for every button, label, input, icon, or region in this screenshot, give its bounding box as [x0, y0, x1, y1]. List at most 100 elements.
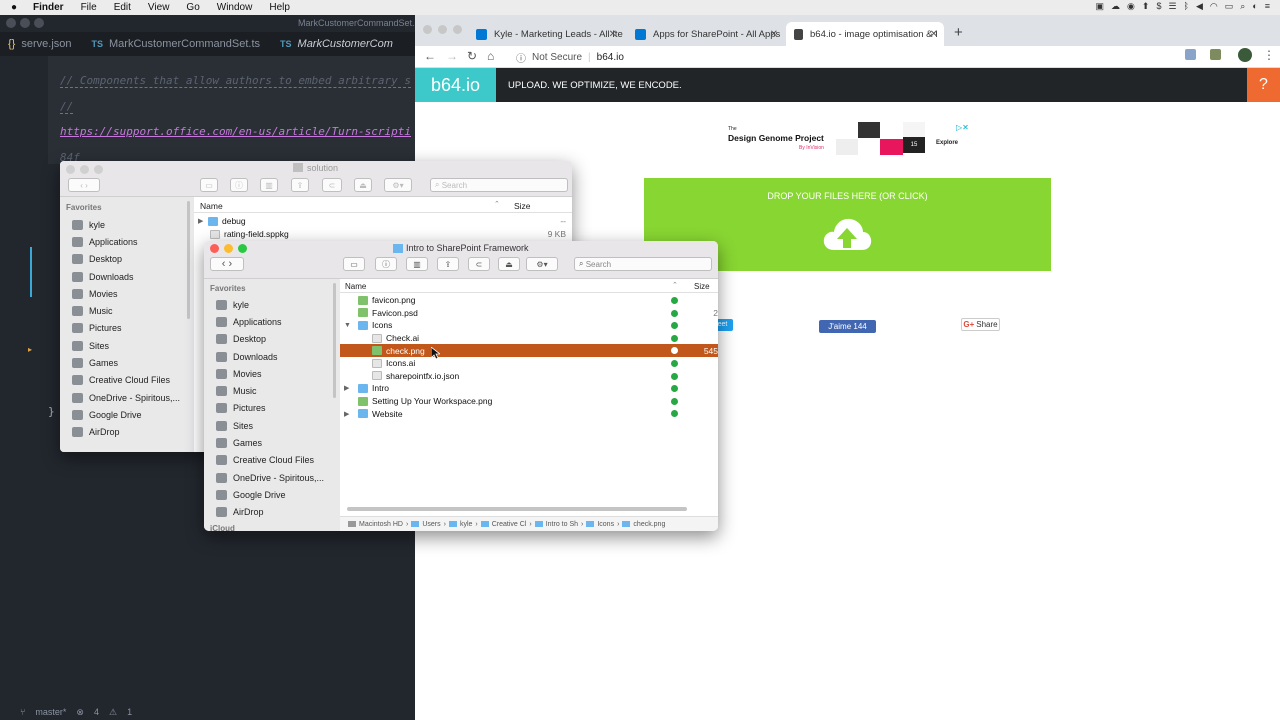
sidebar-item-kyle[interactable]: kyle — [72, 216, 194, 233]
error-icon[interactable]: ⊗ — [76, 707, 84, 718]
url-text[interactable]: b64.io — [597, 52, 624, 63]
action-gear-icon[interactable]: ⚙▾ — [384, 178, 412, 192]
ad-choices-icon[interactable]: ▷✕ — [956, 123, 969, 132]
nav-back-forward[interactable]: ‹ › — [68, 178, 100, 192]
fold-arrow-icon[interactable]: ▸ — [28, 345, 32, 354]
bluetooth-icon[interactable]: ᛒ — [1184, 1, 1189, 12]
info-icon[interactable]: ⓘ — [375, 257, 397, 271]
path-segment[interactable]: check.png — [633, 521, 665, 528]
list-item-selected[interactable]: check.png 545 — [340, 344, 718, 357]
list-item[interactable]: Favicon.psd 2 — [340, 307, 718, 320]
info-icon[interactable]: ⓘ — [516, 50, 526, 65]
search-field[interactable]: ⌕ Search — [574, 257, 712, 271]
sidebar-item-applications[interactable]: Applications — [72, 233, 194, 250]
sidebar-item-creative-cloud-files[interactable]: Creative Cloud Files — [216, 452, 340, 469]
extension-icon[interactable] — [1185, 49, 1196, 60]
tab-serve-json[interactable]: {} serve.json — [0, 32, 82, 56]
list-item[interactable]: Icons.ai — [340, 357, 718, 370]
list-item[interactable]: sharepointfx.io.json — [340, 370, 718, 383]
upload-icon[interactable]: ⬆ — [1142, 1, 1150, 12]
path-segment[interactable]: Users — [422, 521, 440, 528]
site-logo[interactable]: b64.io — [415, 68, 496, 102]
eject-icon[interactable]: ⏏ — [354, 178, 372, 192]
new-folder-icon[interactable]: ▭ — [200, 178, 218, 192]
menu-app-name[interactable]: Finder — [33, 2, 64, 13]
menu-window[interactable]: Window — [217, 2, 253, 13]
sidebar-item-desktop[interactable]: Desktop — [72, 251, 194, 268]
cloud-icon[interactable]: ☁ — [1111, 1, 1120, 12]
col-size[interactable]: Size — [514, 201, 531, 211]
minimize-dot[interactable] — [438, 25, 447, 34]
help-button[interactable]: ? — [1247, 68, 1280, 102]
google-share-button[interactable]: G+ Share — [961, 318, 1000, 331]
sidebar-item-creative-cloud-files[interactable]: Creative Cloud Files — [72, 372, 194, 389]
browser-tab-b64[interactable]: b64.io - image optimisation & I ✕ — [786, 22, 944, 46]
sidebar-item-google-drive[interactable]: Google Drive — [216, 486, 340, 503]
list-item[interactable]: ▶ Intro — [340, 382, 718, 395]
sidebar-item-google-drive[interactable]: Google Drive — [72, 406, 194, 423]
path-segment[interactable]: Icons — [597, 521, 614, 528]
search-field[interactable]: ⌕ Search — [430, 178, 568, 192]
sidebar-item-games[interactable]: Games — [72, 354, 194, 371]
sidebar-item-music[interactable]: Music — [72, 302, 194, 319]
branch-icon[interactable]: ⑂ — [20, 707, 25, 717]
notification-icon[interactable]: ≡ — [1265, 1, 1270, 12]
disclosure-icon[interactable]: ▶ — [340, 384, 354, 392]
close-tab-icon[interactable]: ✕ — [609, 29, 617, 40]
dollar-icon[interactable]: $ — [1156, 1, 1161, 12]
path-segment[interactable]: Macintosh HD — [359, 521, 403, 528]
list-item[interactable]: ▶ debug -- — [194, 215, 572, 228]
facebook-like-button[interactable]: J'aime 144 — [819, 320, 876, 333]
siri-icon[interactable]: ◐ — [1252, 1, 1257, 12]
trash-icon[interactable]: ▥ — [406, 257, 428, 271]
share-icon[interactable]: ⇪ — [291, 178, 309, 192]
code-link[interactable]: https://support.office.com/en-us/article… — [60, 125, 411, 138]
trash-icon[interactable]: ▥ — [260, 178, 278, 192]
browser-tab-apps[interactable]: Apps for SharePoint - All Apps ✕ — [627, 22, 784, 46]
path-segment[interactable]: kyle — [460, 521, 472, 528]
list-item[interactable]: favicon.png — [340, 294, 718, 307]
battery-icon[interactable]: ▭ — [1225, 1, 1234, 12]
share-icon[interactable]: ⇪ — [437, 257, 459, 271]
zoom-dot[interactable] — [94, 165, 103, 174]
list-item[interactable]: Setting Up Your Workspace.png — [340, 395, 718, 408]
forward-icon[interactable]: → — [446, 49, 458, 63]
col-name[interactable]: Name — [345, 282, 366, 291]
sidebar-scrollbar[interactable] — [333, 283, 336, 398]
path-segment[interactable]: Creative Cl — [492, 521, 527, 528]
nav-back-forward[interactable]: ‹ › — [210, 257, 244, 271]
close-dot[interactable] — [423, 25, 432, 34]
back-icon[interactable]: ← — [424, 49, 436, 63]
sidebar-item-downloads[interactable]: Downloads — [72, 268, 194, 285]
path-segment[interactable]: Intro to Sh — [546, 521, 578, 528]
disclosure-icon[interactable]: ▶ — [194, 217, 208, 225]
sidebar-item-games[interactable]: Games — [216, 434, 340, 451]
sync-icon[interactable]: ◉ — [1127, 1, 1135, 12]
list-item[interactable]: rating-field.sppkg 9 KB — [194, 228, 572, 241]
close-dot[interactable] — [6, 18, 16, 28]
warning-count[interactable]: 1 — [127, 707, 132, 717]
list-item[interactable]: ▶ Website — [340, 407, 718, 420]
tag-icon[interactable]: ⊂ — [468, 257, 490, 271]
sort-icon[interactable]: ⌃ — [494, 200, 500, 208]
warning-icon[interactable]: ⚠ — [109, 707, 117, 718]
action-gear-icon[interactable]: ⚙▾ — [526, 257, 558, 271]
minimize-dot[interactable] — [20, 18, 30, 28]
col-name[interactable]: Name — [200, 201, 223, 211]
close-dot[interactable] — [66, 165, 75, 174]
sidebar-item-pictures[interactable]: Pictures — [216, 400, 340, 417]
tab-commandset-ts[interactable]: TS MarkCustomerCommandSet.ts — [82, 32, 271, 56]
menu-help[interactable]: Help — [269, 2, 290, 13]
sidebar-item-kyle[interactable]: kyle — [216, 296, 340, 313]
address-bar[interactable]: ⓘ Not Secure | b64.io — [510, 48, 1170, 66]
profile-avatar[interactable] — [1238, 48, 1252, 62]
minimize-dot[interactable] — [80, 165, 89, 174]
home-icon[interactable]: ⌂ — [487, 49, 494, 63]
reload-icon[interactable]: ↻ — [467, 49, 477, 63]
list-item[interactable]: Check.ai — [340, 332, 718, 345]
horizontal-scrollbar[interactable] — [347, 507, 687, 511]
sidebar-item-downloads[interactable]: Downloads — [216, 348, 340, 365]
sidebar-item-airdrop[interactable]: AirDrop — [216, 504, 340, 521]
tag-icon[interactable]: ⊂ — [322, 178, 342, 192]
sidebar-item-applications[interactable]: Applications — [216, 313, 340, 330]
